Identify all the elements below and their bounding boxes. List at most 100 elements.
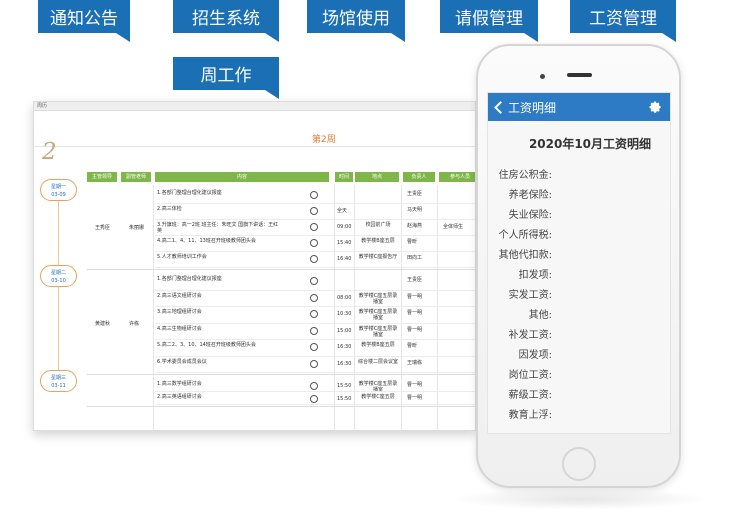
clock-icon bbox=[310, 191, 318, 199]
event-place: 教学楼C座五层 bbox=[361, 394, 395, 400]
event-content: 1.高三数学组研讨会 bbox=[157, 381, 202, 387]
column-divider bbox=[437, 185, 438, 430]
event-owner: 赵海燕 bbox=[407, 223, 423, 229]
timeline-connector bbox=[58, 201, 59, 267]
header-cell: 副管老师 bbox=[121, 172, 151, 182]
gear-icon[interactable] bbox=[648, 100, 662, 114]
column-divider bbox=[354, 185, 355, 430]
day-divider bbox=[87, 406, 475, 407]
day-name: 星期一 bbox=[50, 184, 66, 190]
salary-item-label: 岗位工资: bbox=[508, 370, 552, 381]
event-owner: 曹一明 bbox=[407, 326, 423, 333]
column-divider bbox=[153, 185, 154, 430]
event-place: 教学楼C座五层录播室 bbox=[358, 309, 398, 321]
event-time: 全天 bbox=[337, 208, 348, 214]
row-divider bbox=[155, 219, 475, 220]
day-name: 星期二 bbox=[50, 270, 66, 276]
clock-icon bbox=[310, 359, 318, 368]
leader-name: 王秀臣 bbox=[95, 225, 111, 231]
clock-icon bbox=[310, 223, 318, 231]
header-cell: 时间 bbox=[335, 172, 353, 182]
event-time: 09:00 bbox=[337, 224, 352, 230]
tag-weekly-work[interactable]: 周工作 bbox=[173, 57, 279, 99]
event-time: 15:00 bbox=[337, 327, 352, 334]
event-owner: 曹昕 bbox=[407, 239, 418, 245]
event-place: 教学楼B座五层 bbox=[361, 238, 395, 244]
home-button[interactable] bbox=[562, 447, 596, 481]
event-place: 教学楼C座五层录播室 bbox=[358, 325, 398, 338]
day-divider bbox=[87, 374, 475, 375]
event-time: 10:30 bbox=[337, 311, 352, 317]
row-divider bbox=[155, 251, 475, 252]
salary-item-label: 教育上浮: bbox=[508, 410, 552, 421]
row-divider bbox=[155, 306, 475, 307]
phone-shadow bbox=[450, 488, 710, 510]
salary-item-label: 养老保险: bbox=[508, 190, 552, 201]
salary-item-label: 其他代扣款: bbox=[498, 250, 552, 261]
clock-icon bbox=[310, 326, 318, 335]
day-date: 03-09 bbox=[51, 192, 66, 198]
event-content: 5.人才教师培训工作会 bbox=[157, 254, 207, 260]
event-content: 4.高二1、4、11、13班召开班级教师团头会 bbox=[157, 238, 256, 244]
back-button[interactable] bbox=[494, 100, 508, 114]
row-divider bbox=[155, 203, 475, 204]
event-content: 2.高三语文组研讨会 bbox=[157, 292, 202, 299]
event-content: 2.高三体检 bbox=[157, 206, 182, 212]
salary-item-label: 住房公积金: bbox=[498, 170, 552, 181]
column-divider bbox=[334, 185, 335, 430]
event-content: 6.学术委员会成员会议 bbox=[157, 358, 207, 365]
window-title: 周历 bbox=[34, 102, 475, 111]
clock-icon bbox=[310, 255, 318, 263]
header-cell: 地点 bbox=[355, 172, 399, 182]
event-place: 综合楼二层会议室 bbox=[357, 358, 398, 365]
clock-icon bbox=[310, 310, 318, 318]
camera-icon bbox=[540, 74, 545, 79]
timeline-connector bbox=[58, 287, 59, 372]
day-badge: 星期一 03-09 bbox=[40, 179, 77, 201]
chevron-left-icon bbox=[494, 100, 507, 114]
salary-item-label: 实发工资: bbox=[508, 290, 552, 301]
weekly-schedule-screenshot: 周历 2 第2周 星期一 03-09 星期二 03-10 星期三 03-11 主管领导 副管… bbox=[33, 101, 476, 431]
event-owner: 曹一明 bbox=[407, 293, 423, 300]
tag-leave[interactable]: 请假管理 bbox=[440, 0, 538, 42]
phone-mockup: 工资明细 2020年10月工资明细 住房公积金: 养老保险: 失业保险: 个人所得税:… bbox=[476, 44, 681, 488]
tag-venue[interactable]: 场馆使用 bbox=[307, 0, 405, 42]
salary-item-label: 因发项: bbox=[518, 350, 552, 361]
teacher-name: 许栋 bbox=[129, 320, 140, 327]
nav-title: 工资明细 bbox=[508, 100, 557, 115]
header-cell: 主管领导 bbox=[87, 172, 117, 182]
clock-icon bbox=[310, 382, 318, 390]
salary-item-label: 薪级工资: bbox=[508, 390, 552, 401]
event-place: 教学楼C座报告厅 bbox=[358, 254, 398, 260]
event-owner: 曹一明 bbox=[407, 395, 423, 401]
salary-item-label: 扣发项: bbox=[518, 270, 552, 281]
clock-icon bbox=[310, 207, 318, 215]
header-cell: 内容 bbox=[155, 172, 329, 182]
event-content: 3.高三地理组研讨会 bbox=[157, 309, 202, 315]
row-divider bbox=[155, 339, 475, 340]
row-divider bbox=[155, 322, 475, 324]
tag-salary[interactable]: 工资管理 bbox=[570, 0, 676, 42]
tag-notice[interactable]: 通知公告 bbox=[38, 0, 130, 42]
event-owner: 王贵臣 bbox=[407, 277, 423, 283]
salary-item-list: 住房公积金: 养老保险: 失业保险: 个人所得税: 其他代扣款: 扣发项: 实发工资: 其他:… bbox=[488, 166, 670, 426]
event-owner: 曹昕 bbox=[407, 343, 418, 349]
tag-enrollment[interactable]: 招生系统 bbox=[173, 0, 279, 42]
event-content: 3.升旗班：高一2班 班主任：朱旺文 国旗下讲话：王红英 bbox=[157, 222, 279, 234]
row-divider bbox=[155, 372, 475, 373]
event-content: 5.高二2、3、10、14班召开班级教师团头会 bbox=[157, 342, 256, 348]
column-divider bbox=[401, 185, 402, 430]
event-place: 校园前广场 bbox=[365, 222, 391, 228]
phone-screen: 工资明细 2020年10月工资明细 住房公积金: 养老保险: 失业保险: 个人所得税:… bbox=[487, 92, 671, 434]
clock-icon bbox=[310, 395, 318, 403]
event-time: 08:00 bbox=[337, 294, 352, 301]
row-divider bbox=[155, 267, 475, 268]
day-date: 03-10 bbox=[51, 278, 66, 284]
event-content: 1.各部门整理台理化建议报座 bbox=[157, 190, 222, 196]
event-owner: 田向工 bbox=[407, 255, 423, 261]
schedule-header: 2 第2周 bbox=[34, 111, 475, 165]
leader-name: 黄建秋 bbox=[95, 320, 111, 327]
clock-icon bbox=[310, 343, 318, 351]
event-owner: 王贵臣 bbox=[407, 191, 423, 197]
salary-item-label: 个人所得税: bbox=[498, 230, 552, 241]
